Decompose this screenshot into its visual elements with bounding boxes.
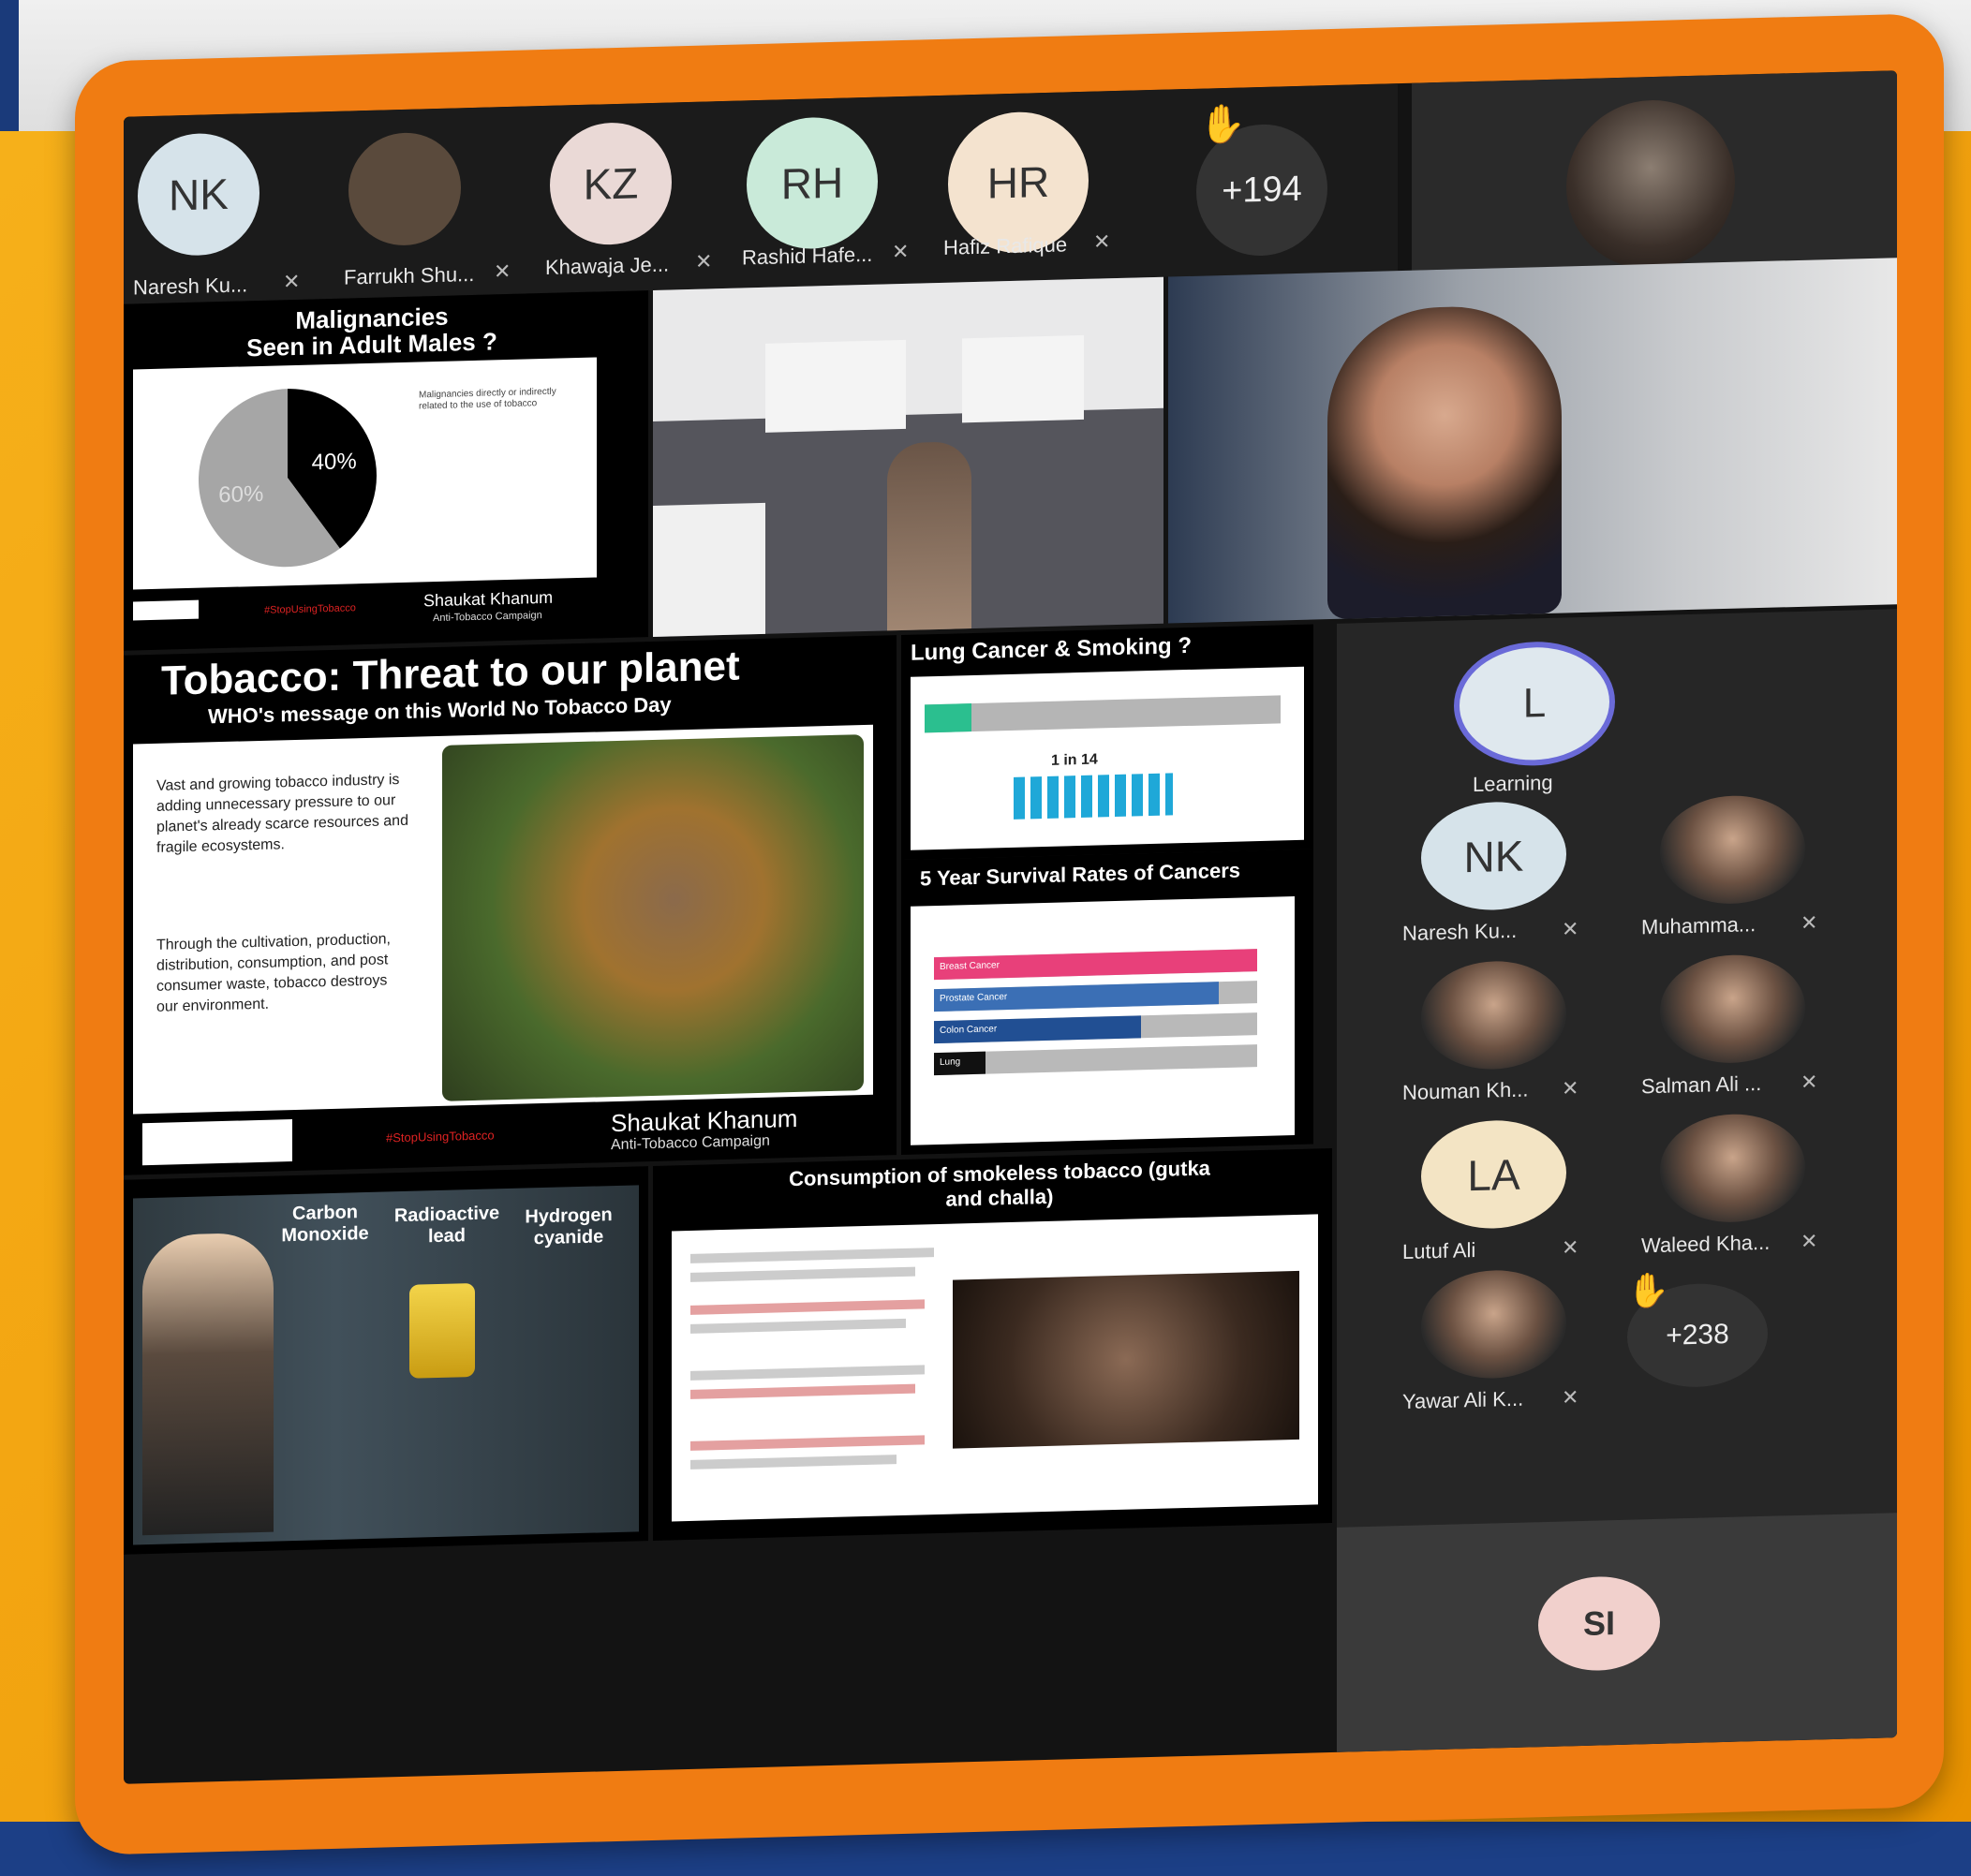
slide-title: Consumption of smokeless tobacco (gutka …	[789, 1156, 1210, 1211]
gases-panel: Carbon Monoxide Radioactive lead Hydroge…	[133, 1185, 639, 1545]
brand-sub: Anti-Tobacco Campaign	[611, 1132, 770, 1154]
pie-label: 40%	[312, 449, 357, 475]
more-count: +194	[1222, 169, 1302, 211]
radioactive-barrel-icon	[409, 1282, 475, 1379]
smokeless-panel	[672, 1214, 1318, 1522]
slide-survival-rates: 5 Year Survival Rates of Cancers Breast …	[901, 849, 1313, 1156]
tobacco-image	[442, 734, 864, 1101]
participant-name: Waleed Kha...	[1641, 1230, 1771, 1258]
slide-lung-cancer: Lung Cancer & Smoking ? 1 in 14	[901, 624, 1313, 861]
participant-name: Nouman Kh...	[1402, 1077, 1529, 1105]
participant-name: Naresh Ku...	[133, 273, 248, 300]
text-line	[690, 1455, 897, 1470]
gas-radioactive-lead: Radioactive lead	[393, 1203, 500, 1248]
text-line	[690, 1266, 915, 1282]
slide-title: 5 Year Survival Rates of Cancers	[920, 858, 1241, 891]
brand-sub: Anti-Tobacco Campaign	[433, 610, 542, 625]
hashtag: #StopUsingTobacco	[386, 1128, 495, 1145]
mic-muted-icon: ✕	[1562, 1076, 1579, 1100]
video-office[interactable]	[653, 276, 1163, 637]
slide-title: Malignancies Seen in Adult Males ?	[246, 302, 497, 362]
video-speaker[interactable]	[1168, 258, 1897, 624]
hashtag: #StopUsingTobacco	[264, 602, 356, 616]
mic-muted-icon: ✕	[494, 259, 511, 284]
survival-bar-label: Prostate Cancer	[940, 992, 1008, 1004]
text-line	[690, 1248, 934, 1263]
survival-bar-label: Colon Cancer	[940, 1024, 998, 1036]
self-video-tile[interactable]	[1412, 70, 1897, 272]
self-video-avatar	[1566, 97, 1735, 272]
participant-name: Yawar Ali K...	[1402, 1386, 1524, 1414]
raise-hand-icon: ✋	[1199, 103, 1246, 146]
text-line	[690, 1383, 915, 1399]
lung-bar-fill	[925, 703, 971, 733]
participant-name: Hafiz Rafique	[943, 232, 1068, 259]
participant-name: Farrukh Shu...	[344, 261, 475, 289]
pie-label: 60%	[218, 481, 263, 508]
office-desk	[765, 339, 906, 433]
lung-panel: 1 in 14	[911, 666, 1304, 850]
avatar-initials: SI	[1582, 1603, 1615, 1643]
mic-muted-icon: ✕	[1801, 1070, 1818, 1094]
woman-figure	[142, 1232, 274, 1536]
lung-bar-track	[925, 695, 1281, 733]
participant-name: Rashid Hafe...	[742, 242, 873, 270]
mic-muted-icon: ✕	[1562, 1385, 1579, 1410]
tobacco-para-1: Vast and growing tobacco industry is add…	[156, 772, 408, 856]
office-table	[653, 502, 765, 637]
shaukat-khanum-logo	[142, 1119, 292, 1166]
people-icons	[1014, 773, 1173, 820]
mic-muted-icon: ✕	[1562, 917, 1579, 941]
participant-name: Naresh Ku...	[1402, 918, 1518, 946]
slide-malignancies: Malignancies Seen in Adult Males ? 40% 60…	[124, 290, 648, 651]
mic-muted-icon: ✕	[1801, 910, 1818, 935]
survival-panel: Breast Cancer Prostate Cancer Colon Cancer…	[911, 896, 1295, 1145]
participant-name: Khawaja Je...	[545, 252, 670, 279]
participant-name: Salman Ali ...	[1641, 1071, 1762, 1099]
gas-hydrogen-cyanide: Hydrogen cyanide	[525, 1204, 613, 1249]
self-avatar: SI	[1538, 1574, 1660, 1673]
meeting-screen: NK Naresh Ku... ✕ Farrukh Shu... ✕ KZ Khawaja …	[124, 70, 1897, 1784]
survival-bar-label: Breast Cancer	[940, 960, 1000, 972]
text-line	[690, 1435, 925, 1451]
hands-image	[953, 1270, 1299, 1449]
participant-name: Learning	[1473, 770, 1553, 797]
mic-muted-icon: ✕	[1801, 1229, 1818, 1253]
participant-name: Muhamma...	[1641, 912, 1756, 939]
slide-toxic-gases: Carbon Monoxide Radioactive lead Hydroge…	[124, 1166, 648, 1555]
text-line	[690, 1318, 906, 1334]
slide-tobacco-planet: Tobacco: Threat to our planet WHO's mess…	[124, 635, 897, 1175]
survival-bar-label: Lung	[940, 1056, 961, 1068]
avatar-initials: L	[1522, 680, 1547, 727]
monitor-frame: NK Naresh Ku... ✕ Farrukh Shu... ✕ KZ Khawaja …	[75, 12, 1944, 1856]
office-desk	[962, 334, 1084, 423]
office-wall	[653, 276, 1163, 421]
speaker-figure	[1327, 303, 1562, 620]
shaukat-khanum-logo	[133, 599, 199, 621]
text-line	[690, 1299, 925, 1315]
presenter-figure	[887, 441, 971, 631]
raise-hand-icon: ✋	[1627, 1270, 1669, 1310]
slide-smokeless-tobacco: Consumption of smokeless tobacco (gutka …	[653, 1147, 1332, 1541]
tobacco-panel: Vast and growing tobacco industry is add…	[133, 724, 873, 1115]
brand-name: Shaukat Khanum	[423, 587, 554, 611]
text-line	[690, 1365, 925, 1381]
background-corner	[0, 0, 19, 140]
mic-muted-icon: ✕	[892, 239, 910, 264]
more-count: +238	[1666, 1318, 1729, 1352]
participant-name: Lutuf Ali	[1402, 1237, 1476, 1264]
pie-caption: Malignancies directly or indirectly rela…	[419, 386, 556, 412]
tobacco-para-2: Through the cultivation, production, dis…	[156, 931, 391, 1015]
lung-stat: 1 in 14	[1051, 751, 1098, 769]
pie-panel: 40% 60% Malignancies directly or indirect…	[133, 357, 597, 590]
gas-carbon-monoxide: Carbon Monoxide	[281, 1202, 369, 1247]
mic-muted-icon: ✕	[1093, 229, 1111, 254]
slide-title: Lung Cancer & Smoking ?	[911, 632, 1193, 666]
self-view-tile[interactable]: SI	[1337, 1513, 1897, 1752]
mic-muted-icon: ✕	[695, 249, 713, 273]
mic-muted-icon: ✕	[1562, 1235, 1579, 1260]
mic-muted-icon: ✕	[283, 269, 301, 294]
